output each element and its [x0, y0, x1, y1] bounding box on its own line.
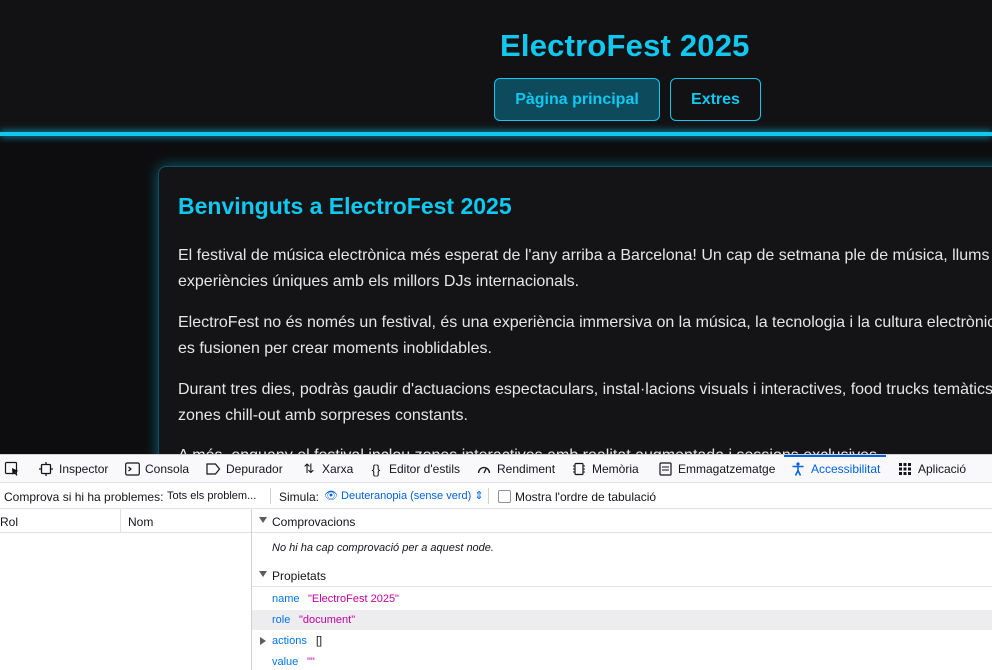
check-issues-dropdown[interactable]: Tots els problem...	[167, 490, 256, 502]
performance-icon	[476, 461, 492, 477]
tab-console[interactable]: Consola	[124, 455, 189, 483]
tab-label: Memòria	[592, 462, 639, 476]
property-row-role[interactable]: role "document"	[252, 610, 992, 630]
property-row-name[interactable]: name "ElectroFest 2025"	[252, 589, 992, 609]
properties-section-header[interactable]: Propietats	[252, 563, 992, 587]
element-picker-icon[interactable]	[4, 461, 20, 477]
tab-label: Xarxa	[322, 462, 354, 476]
property-row-actions[interactable]: actions []	[252, 631, 992, 651]
paragraph-2: ElectroFest no és només un festival, és …	[178, 314, 992, 357]
tab-label: Consola	[145, 462, 190, 476]
tab-application[interactable]: Aplicació	[897, 455, 966, 483]
tab-network[interactable]: ⇅ Xarxa	[301, 455, 354, 483]
tab-accessibility[interactable]: Accessibilitat	[783, 455, 887, 483]
property-key: value	[272, 656, 299, 668]
collapse-triangle-icon	[259, 517, 267, 523]
nav-extras-button[interactable]: Extres	[670, 78, 761, 121]
memory-icon	[571, 461, 587, 477]
property-value: "document"	[299, 614, 356, 626]
simulate-dropdown[interactable]: 👁 Deuteranopia (sense verd) ⇕	[324, 489, 484, 502]
application-icon	[897, 461, 913, 477]
checks-section-header[interactable]: Comprovacions	[252, 509, 992, 533]
property-key: name	[272, 593, 300, 605]
property-key: actions	[272, 635, 307, 647]
paragraph-3: Durant tres dies, podràs gaudir d'actuac…	[178, 381, 992, 424]
tab-style-editor[interactable]: {} Editor d'estils	[368, 455, 460, 483]
tab-inspector[interactable]: Inspector	[38, 455, 108, 483]
tab-debugger[interactable]: Depurador	[205, 455, 283, 483]
checks-title: Comprovacions	[272, 515, 356, 529]
column-divider[interactable]	[120, 509, 121, 533]
property-row-value[interactable]: value ""	[252, 652, 992, 670]
welcome-heading: Benvinguts a ElectroFest 2025	[178, 193, 512, 219]
debugger-icon	[205, 461, 221, 477]
paragraph-4: A més, enguany el festival inclou zones …	[178, 443, 992, 454]
toolbar-separator	[270, 488, 271, 504]
style-editor-icon: {}	[371, 461, 381, 477]
expand-triangle-icon[interactable]	[260, 637, 266, 645]
tab-label: Emmagatzematge	[678, 462, 776, 476]
tab-label: Depurador	[226, 462, 283, 476]
site-title: ElectroFest 2025	[500, 28, 750, 63]
property-key: role	[272, 614, 291, 626]
toolbar-separator	[488, 488, 489, 504]
header-divider	[0, 132, 992, 136]
nav-home-button[interactable]: Pàgina principal	[494, 78, 660, 121]
tree-header: Rol Nom	[0, 509, 251, 533]
property-value: "ElectroFest 2025"	[308, 593, 399, 605]
tab-label: Inspector	[59, 462, 109, 476]
collapse-triangle-icon	[259, 571, 267, 577]
tab-order-checkbox[interactable]	[498, 490, 511, 503]
property-value: []	[316, 635, 323, 647]
tab-label: Editor d'estils	[389, 462, 460, 476]
tab-storage[interactable]: Emmagatzematge	[657, 455, 775, 483]
paragraph-1: El festival de música electrònica més es…	[178, 247, 992, 290]
tab-label: Accessibilitat	[811, 462, 881, 476]
tab-order-label[interactable]: Mostra l'ordre de tabulació	[515, 490, 656, 504]
inspector-icon	[38, 461, 54, 477]
simulate-value: Deuteranopia (sense verd)	[341, 490, 472, 502]
storage-icon	[657, 461, 673, 477]
check-issues-label: Comprova si hi ha problemes:	[4, 490, 164, 504]
tab-performance[interactable]: Rendiment	[476, 455, 555, 483]
col-name[interactable]: Nom	[128, 515, 153, 529]
no-checks-message: No hi ha cap comprovació per a aquest no…	[272, 542, 494, 554]
accessibility-icon	[790, 461, 806, 477]
tab-label: Rendiment	[497, 462, 556, 476]
eye-icon: 👁	[324, 490, 338, 502]
tab-label: Aplicació	[918, 462, 967, 476]
network-icon: ⇅	[303, 461, 315, 476]
devtools-tabbar: Inspector Consola Depurador ⇅ Xarxa {} E…	[0, 455, 992, 483]
devtools-panel: Inspector Consola Depurador ⇅ Xarxa {} E…	[0, 454, 992, 670]
page-viewport: ElectroFest 2025 Pàgina principal Extres…	[0, 0, 992, 454]
col-role[interactable]: Rol	[0, 515, 18, 529]
simulate-label: Simula:	[279, 490, 320, 504]
console-icon	[124, 461, 140, 477]
updown-chevron-icon: ⇕	[474, 490, 484, 502]
properties-title: Propietats	[272, 569, 327, 583]
property-value: ""	[307, 656, 315, 668]
tab-memory[interactable]: Memòria	[571, 455, 639, 483]
accessibility-toolbar: Comprova si hi ha problemes: Tots els pr…	[0, 483, 992, 509]
